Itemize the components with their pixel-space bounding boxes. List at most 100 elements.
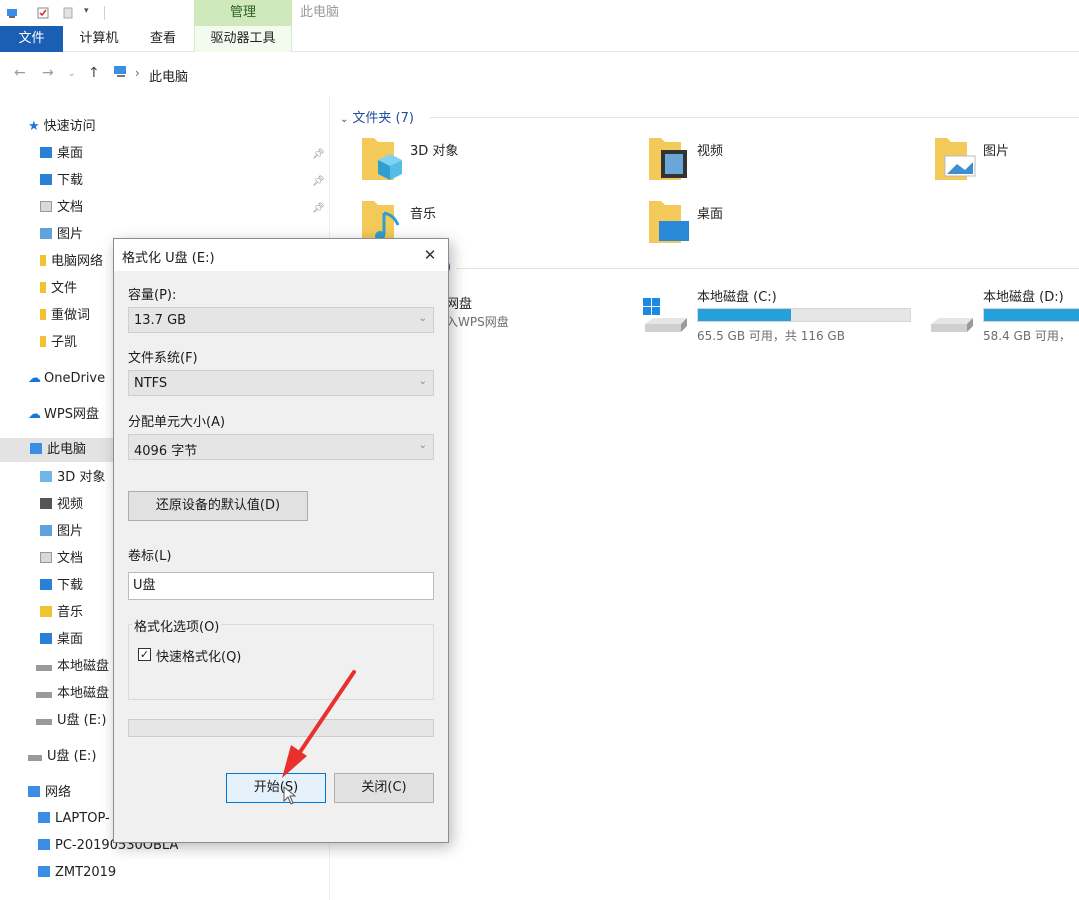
nav-item-documents[interactable]: 文档 xyxy=(40,547,83,571)
chevron-down-icon: ⌄ xyxy=(418,376,427,387)
folder-3d-icon xyxy=(362,138,402,180)
folders-group-header[interactable]: ⌄ 文件夹 (7) xyxy=(340,107,414,126)
computer-icon xyxy=(38,866,50,877)
volume-label-input[interactable]: U盘 xyxy=(128,572,434,600)
new-folder-icon[interactable] xyxy=(62,7,74,19)
tab-computer[interactable]: 计算机 xyxy=(70,26,128,52)
nav-onedrive[interactable]: ☁ OneDrive xyxy=(28,367,105,391)
nav-item-folder[interactable]: 重做词 xyxy=(40,304,90,328)
desktop-icon xyxy=(40,633,52,644)
back-arrow-icon[interactable]: ← xyxy=(14,65,26,81)
nav-usb-drive[interactable]: U盘 (E:) xyxy=(28,745,96,769)
filesystem-select[interactable]: NTFS ⌄ xyxy=(128,370,434,396)
close-button[interactable]: 关闭(C) xyxy=(334,773,434,803)
folder-desktop[interactable]: 桌面 xyxy=(647,193,887,253)
mouse-cursor-icon xyxy=(283,786,297,805)
volume-label-caption: 卷标(L) xyxy=(128,549,172,564)
nav-item-pictures[interactable]: 图片 xyxy=(40,223,83,247)
restore-defaults-button[interactable]: 还原设备的默认值(D) xyxy=(128,491,308,521)
qat-dropdown-icon[interactable]: ▾ xyxy=(84,6,96,18)
breadcrumb-this-pc[interactable]: 此电脑 xyxy=(149,66,188,85)
folder-videos[interactable]: 视频 xyxy=(647,130,887,190)
folder-icon xyxy=(40,282,46,293)
nav-item-local-disk-d[interactable]: 本地磁盘 xyxy=(36,682,109,706)
qat-separator xyxy=(104,6,105,20)
nav-network-computer[interactable]: ZMT2019 xyxy=(38,861,116,885)
drive-usage-fill xyxy=(698,309,792,321)
this-pc-icon xyxy=(114,66,126,77)
drive-icon xyxy=(36,665,52,671)
star-icon: ★ xyxy=(28,119,40,134)
nav-wps-drive[interactable]: ☁ WPS网盘 xyxy=(28,403,99,427)
dialog-titlebar[interactable]: 格式化 U盘 (E:) ✕ xyxy=(114,239,448,271)
close-icon[interactable]: ✕ xyxy=(416,241,444,269)
chevron-down-icon: ⌄ xyxy=(340,114,349,125)
format-dialog: 格式化 U盘 (E:) ✕ 容量(P): 13.7 GB ⌄ 文件系统(F) N… xyxy=(113,238,449,843)
nav-item-3d-objects[interactable]: 3D 对象 xyxy=(40,466,105,490)
quick-format-checkbox[interactable]: ✓ xyxy=(138,648,151,661)
folder-icon xyxy=(40,336,46,347)
folder-desktop-icon xyxy=(649,201,689,243)
format-progress-bar xyxy=(128,719,434,737)
nav-item-desktop[interactable]: 桌面 xyxy=(40,142,83,166)
tab-drive-tools[interactable]: 驱动器工具 xyxy=(194,26,292,52)
document-icon xyxy=(40,552,52,563)
nav-item-documents[interactable]: 文档 xyxy=(40,196,83,220)
nav-item-folder[interactable]: 子凯 xyxy=(40,331,77,355)
folder-pictures[interactable]: 图片 xyxy=(933,130,1079,190)
nav-item-music[interactable]: 音乐 xyxy=(40,601,83,625)
music-icon xyxy=(40,606,52,617)
quick-format-label[interactable]: 快速格式化(Q) xyxy=(156,646,241,665)
cloud-icon: ☁ xyxy=(28,371,41,386)
nav-item-pictures[interactable]: 图片 xyxy=(40,520,83,544)
usb-drive-icon xyxy=(28,755,42,761)
computer-icon xyxy=(38,839,50,850)
nav-quick-access[interactable]: ★ 快速访问 xyxy=(28,115,96,139)
nav-item-videos[interactable]: 视频 xyxy=(40,493,83,517)
quick-access-toolbar: ▾ xyxy=(0,0,1079,26)
tab-file[interactable]: 文件 xyxy=(0,26,63,52)
folder-icon xyxy=(40,255,46,266)
tab-view[interactable]: 查看 xyxy=(140,26,186,52)
chevron-down-icon: ⌄ xyxy=(418,440,427,451)
capacity-label: 容量(P): xyxy=(128,288,177,303)
nav-network[interactable]: 网络 xyxy=(28,781,71,805)
pin-icon: 📌︎ xyxy=(312,149,325,160)
folder-video-icon xyxy=(649,138,687,180)
nav-item-folder[interactable]: 电脑网络 xyxy=(40,250,103,274)
nav-item-desktop[interactable]: 桌面 xyxy=(40,628,83,652)
folder-3d-objects[interactable]: 3D 对象 xyxy=(360,130,600,190)
recent-locations-icon[interactable]: ⌄ xyxy=(68,69,76,79)
context-tab-manage[interactable]: 管理 xyxy=(194,0,292,26)
windows-drive-icon xyxy=(643,298,687,332)
ribbon-tabs: 文件 计算机 查看 驱动器工具 xyxy=(0,26,1079,52)
folder-icon xyxy=(40,309,46,320)
allocation-size-select[interactable]: 4096 字节 ⌄ xyxy=(128,434,434,460)
drive-local-disk-c[interactable]: 本地磁盘 (C:) 65.5 GB 可用，共 116 GB xyxy=(641,286,921,346)
cube-icon xyxy=(40,471,52,482)
nav-network-computer[interactable]: LAPTOP- xyxy=(38,807,110,831)
filesystem-label: 文件系统(F) xyxy=(128,351,198,366)
computer-icon xyxy=(7,9,17,18)
forward-arrow-icon[interactable]: → xyxy=(42,65,54,81)
usb-drive-icon xyxy=(36,719,52,725)
chevron-down-icon: ⌄ xyxy=(418,313,427,324)
download-icon xyxy=(40,579,52,590)
drive-local-disk-d[interactable]: 本地磁盘 (D:) 58.4 GB 可用， xyxy=(927,286,1079,346)
properties-icon[interactable] xyxy=(37,7,49,19)
nav-item-local-disk-c[interactable]: 本地磁盘 xyxy=(36,655,109,679)
wps-drive-name-partial[interactable]: 网盘 xyxy=(446,293,472,312)
nav-item-usb-drive[interactable]: U盘 (E:) xyxy=(36,709,106,733)
nav-item-downloads[interactable]: 下载 xyxy=(40,169,83,193)
nav-item-folder[interactable]: 文件 xyxy=(40,277,77,301)
group-divider xyxy=(430,117,1079,118)
drive-icon xyxy=(36,692,52,698)
capacity-select[interactable]: 13.7 GB ⌄ xyxy=(128,307,434,333)
up-arrow-icon[interactable]: ↑ xyxy=(88,65,100,81)
document-icon xyxy=(40,201,52,212)
nav-item-downloads[interactable]: 下载 xyxy=(40,574,83,598)
folder-picture-icon xyxy=(935,138,976,180)
drive-usage-bar xyxy=(697,308,911,322)
computer-icon xyxy=(30,443,42,454)
start-button[interactable]: 开始(S) xyxy=(226,773,326,803)
